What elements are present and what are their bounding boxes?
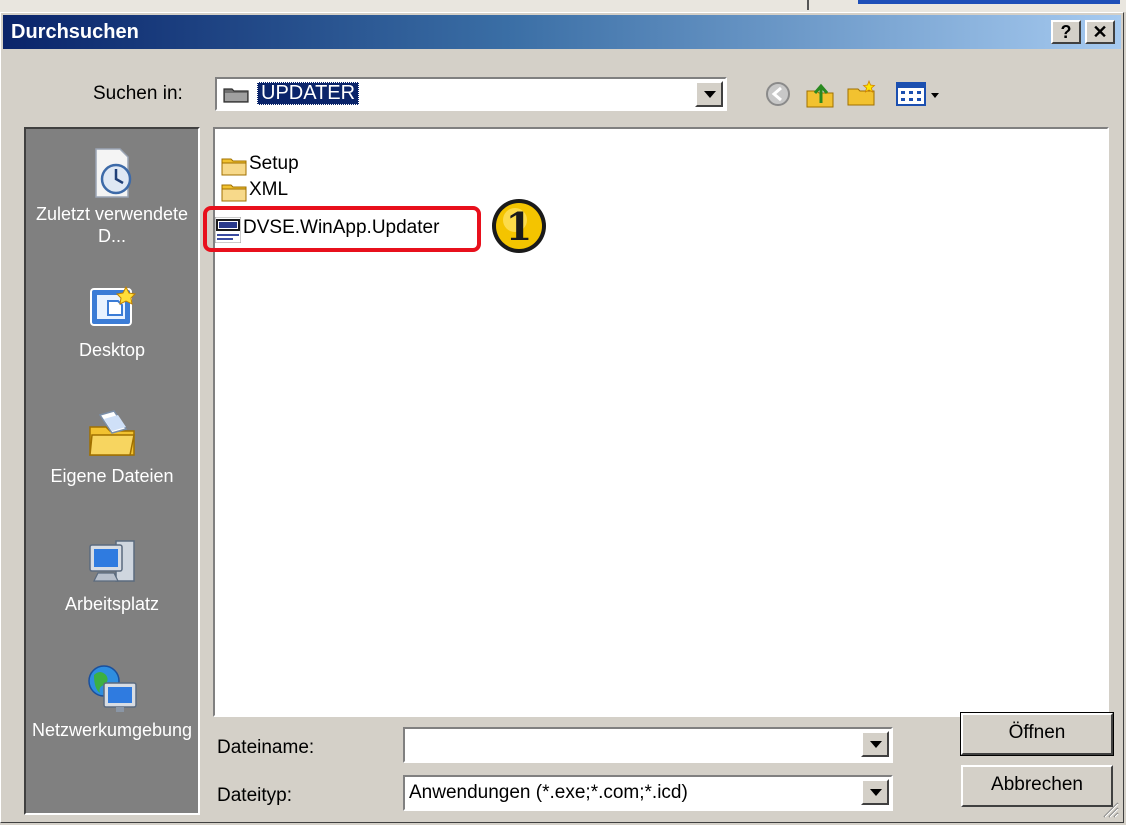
title-bar[interactable]: Durchsuchen ? ✕ — [3, 15, 1121, 49]
lookin-label: Suchen in: — [93, 83, 183, 104]
help-button[interactable]: ? — [1051, 20, 1081, 44]
annotation-badge: 1 — [492, 199, 546, 253]
folder-icon — [221, 158, 247, 176]
close-icon: ✕ — [1092, 22, 1108, 42]
place-label: Netzwerkumgebung — [31, 720, 193, 740]
place-my-computer[interactable]: Arbeitsplatz — [26, 533, 198, 615]
up-folder-icon[interactable] — [803, 77, 837, 111]
back-icon[interactable] — [761, 77, 795, 111]
open-button[interactable]: Öffnen — [960, 712, 1114, 756]
filename-dropdown-button[interactable] — [861, 731, 889, 757]
background-window-strip — [0, 0, 1126, 12]
place-network[interactable]: Netzwerkumgebung — [26, 659, 198, 741]
filetype-value: Anwendungen (*.exe;*.com;*.icd) — [409, 782, 688, 803]
new-folder-icon[interactable] — [845, 77, 879, 111]
desktop-icon — [90, 285, 137, 326]
filetype-select[interactable]: Anwendungen (*.exe;*.com;*.icd) — [403, 775, 893, 811]
filename-field[interactable] — [403, 727, 893, 763]
filetype-label: Dateityp: — [217, 785, 292, 806]
filename-label: Dateiname: — [217, 737, 315, 758]
recent-documents-icon — [95, 148, 132, 198]
background-divider — [807, 0, 809, 10]
place-desktop[interactable]: Desktop — [26, 279, 198, 361]
place-label: Zuletzt verwendete D... — [35, 204, 189, 246]
help-icon: ? — [1060, 22, 1072, 42]
background-titlebar — [858, 0, 1120, 4]
lookin-value: UPDATER — [257, 82, 360, 105]
filetype-dropdown-button[interactable] — [861, 779, 889, 805]
place-label: Eigene Dateien — [50, 466, 174, 486]
resize-grip-icon[interactable] — [1101, 800, 1119, 818]
browse-dialog: Durchsuchen ? ✕ Suchen in: UPDATER Zulet… — [0, 12, 1124, 823]
close-button[interactable]: ✕ — [1085, 20, 1115, 44]
annotation-number: 1 — [506, 204, 532, 249]
my-documents-icon — [89, 410, 135, 456]
window-title: Durchsuchen — [11, 21, 139, 43]
folder-icon — [221, 184, 247, 202]
lookin-dropdown-button[interactable] — [695, 81, 723, 107]
place-label: Desktop — [78, 340, 146, 360]
place-recent[interactable]: Zuletzt verwendete D... — [26, 143, 198, 247]
file-name: XML — [249, 179, 289, 200]
places-bar: Zuletzt verwendete D... Desktop Eigene D… — [24, 127, 200, 815]
network-places-icon — [88, 665, 137, 712]
my-computer-icon — [89, 540, 135, 582]
lookin-combo[interactable]: UPDATER — [215, 77, 727, 111]
cancel-button[interactable]: Abbrechen — [961, 765, 1113, 807]
filename-input[interactable] — [409, 732, 853, 760]
view-menu-icon[interactable] — [893, 77, 945, 111]
place-my-documents[interactable]: Eigene Dateien — [26, 405, 198, 487]
file-name: Setup — [249, 153, 299, 174]
annotation-highlight — [203, 206, 481, 252]
folder-icon — [223, 88, 249, 103]
place-label: Arbeitsplatz — [64, 594, 160, 614]
